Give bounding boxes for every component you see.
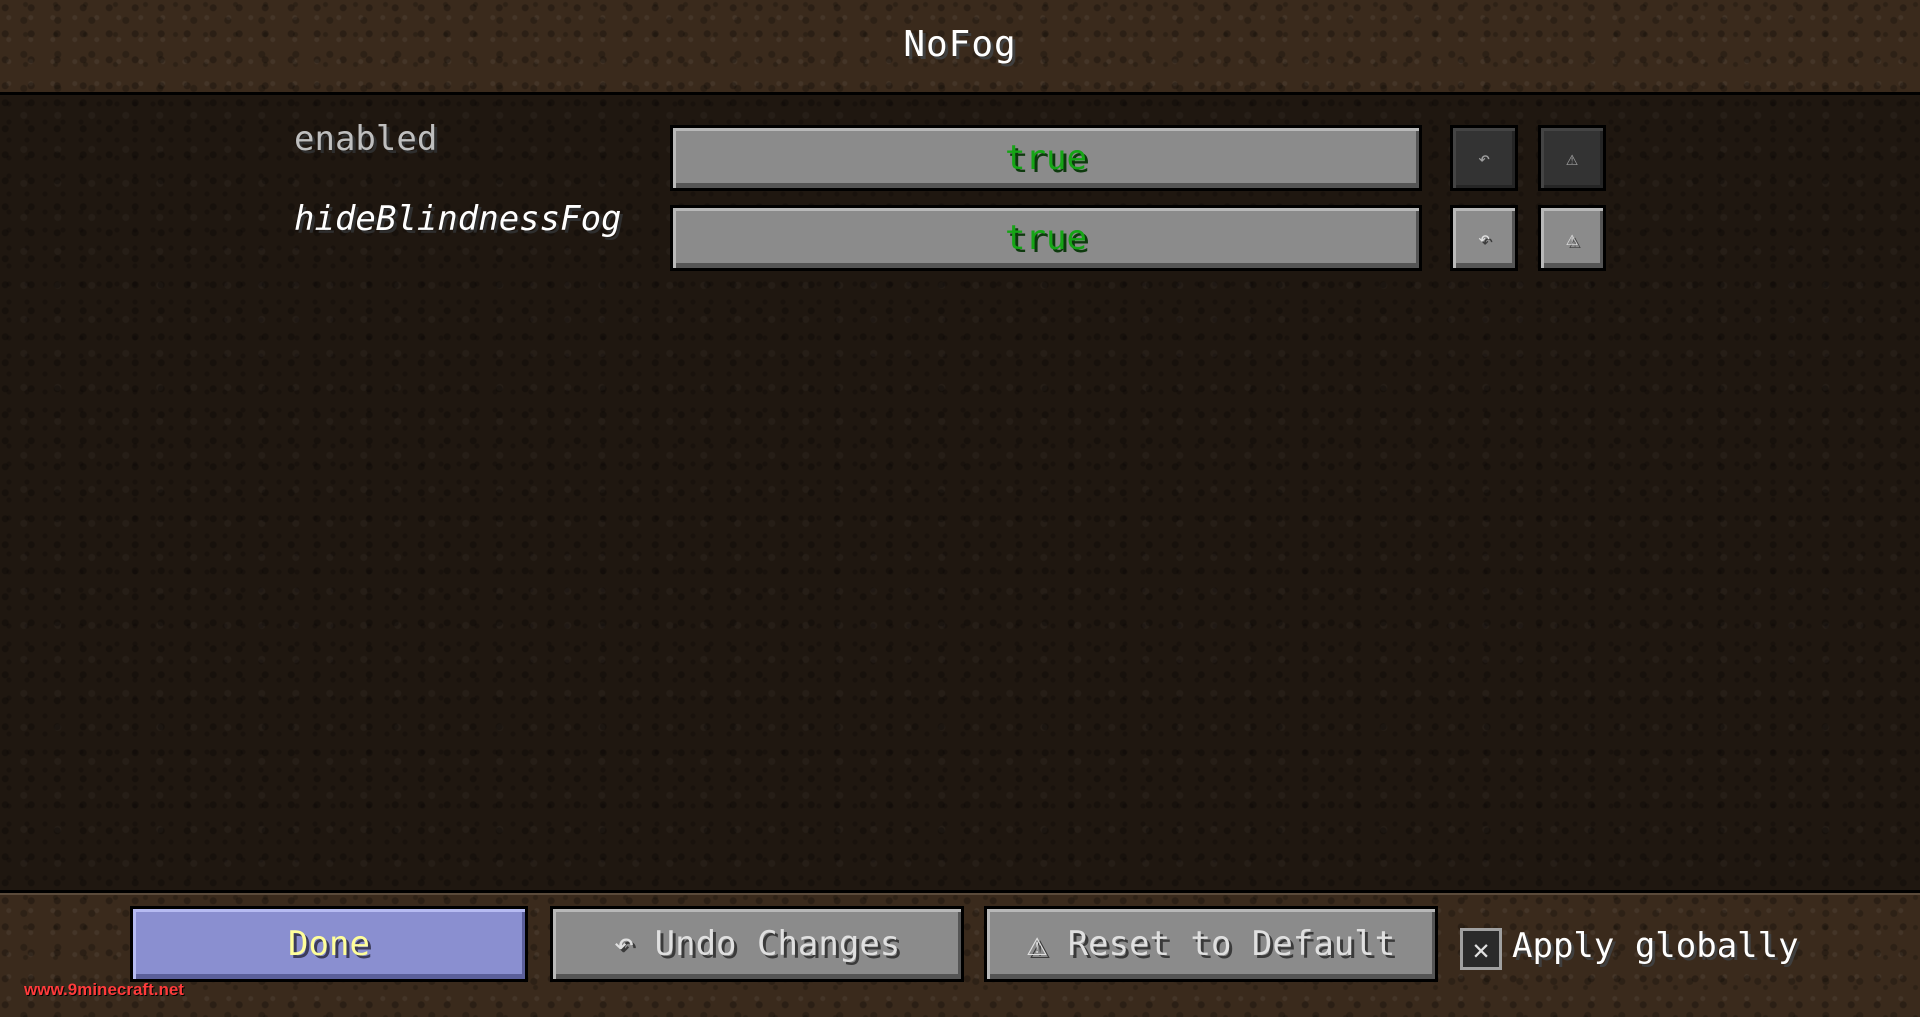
done-button[interactable]: Done (130, 906, 528, 982)
option-row-hideblindnessfog: hideBlindnessFog true ↶ ⚠ (0, 189, 1920, 271)
apply-globally-checkbox[interactable]: ✕ (1460, 928, 1502, 970)
reset-option-button[interactable]: ⚠ (1538, 205, 1606, 271)
option-label: enabled (294, 119, 438, 159)
undo-changes-label: ↶ Undo Changes (613, 924, 901, 964)
undo-option-button[interactable]: ↶ (1450, 205, 1518, 271)
header-bar: NoFog (0, 0, 1920, 95)
reset-to-default-button[interactable]: ⚠ Reset to Default (984, 906, 1438, 982)
reset-icon: ⚠ (1565, 146, 1579, 170)
option-value-text: true (1005, 218, 1087, 258)
done-label: Done (288, 924, 370, 964)
option-value-button[interactable]: true (670, 205, 1422, 271)
reset-icon: ⚠ (1565, 226, 1579, 250)
undo-option-button[interactable]: ↶ (1450, 125, 1518, 191)
undo-icon: ↶ (1477, 146, 1491, 170)
options-list[interactable]: enabled true ↶ ⚠ hideBlindnessFog true ↶… (0, 95, 1920, 890)
undo-changes-button[interactable]: ↶ Undo Changes (550, 906, 964, 982)
page-title: NoFog (903, 24, 1017, 65)
reset-to-default-label: ⚠ Reset to Default (1026, 924, 1396, 964)
option-label: hideBlindnessFog (294, 199, 622, 239)
close-icon: ✕ (1472, 932, 1490, 966)
option-row-enabled: enabled true ↶ ⚠ (0, 109, 1920, 191)
option-value-text: true (1005, 138, 1087, 178)
config-screen: NoFog enabled true ↶ ⚠ hideBlindnessFog … (0, 0, 1920, 1017)
option-value-button[interactable]: true (670, 125, 1422, 191)
apply-globally-label: Apply globally (1512, 926, 1799, 966)
reset-option-button[interactable]: ⚠ (1538, 125, 1606, 191)
site-watermark: www.9minecraft.net (24, 980, 184, 999)
undo-icon: ↶ (1477, 226, 1491, 250)
